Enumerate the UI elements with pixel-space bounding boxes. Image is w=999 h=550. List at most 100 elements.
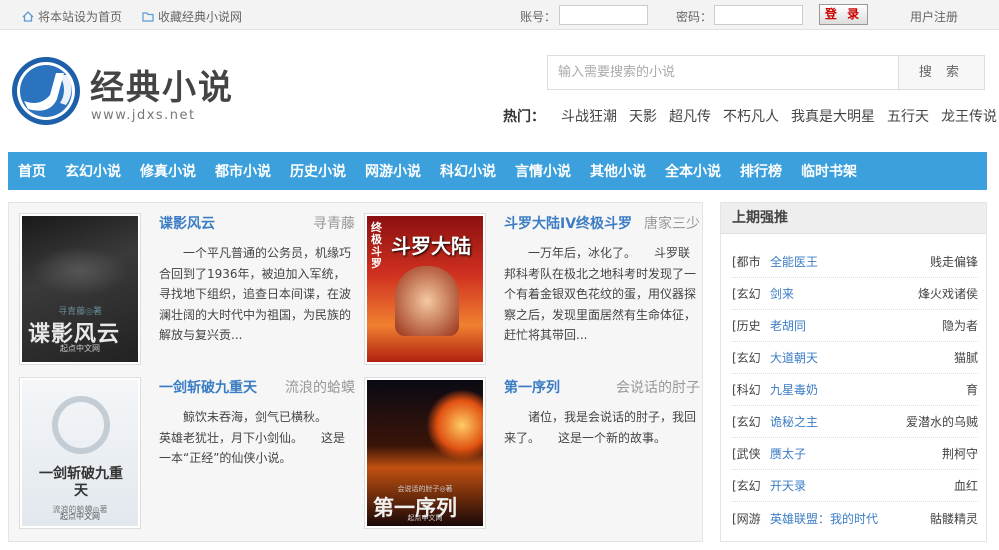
- list-item: [网游 英雄联盟：我的时代 骷髅精灵: [732, 502, 978, 534]
- search-input[interactable]: 输入需要搜索的小说: [548, 56, 898, 89]
- list-item-title[interactable]: 开天录: [770, 477, 954, 494]
- site-title: 经典小说: [90, 68, 234, 108]
- list-item-author[interactable]: 骷髅精灵: [930, 510, 978, 527]
- list-item: [玄幻 剑来 烽火戏诸侯: [732, 278, 978, 310]
- book-description: 诸位，我是会说话的肘子，我回来了。 这是一个新的故事。: [504, 410, 697, 445]
- list-item-author[interactable]: 贱走偏锋: [930, 253, 978, 270]
- nav-item-ranking[interactable]: 排行榜: [740, 161, 782, 181]
- hot-item[interactable]: 五行天: [887, 106, 929, 126]
- cover-title: 一剑斩破九重天: [39, 466, 123, 499]
- list-item: [都市 全能医王 贱走偏锋: [732, 246, 978, 278]
- book-description: 一万年后，冰化了。 斗罗联邦科考队在极北之地科考时发现了一个有着金银双色花纹的蛋…: [504, 246, 697, 342]
- list-item-title[interactable]: 老胡同: [770, 317, 942, 334]
- list-item-author[interactable]: 隐为者: [942, 317, 978, 334]
- list-item-title[interactable]: 诡秘之主: [770, 413, 906, 430]
- nav-item-dushi[interactable]: 都市小说: [215, 161, 271, 181]
- book-cover[interactable]: 一剑斩破九重天 流浪的蛤蟆◎著 起点中文网: [19, 377, 141, 529]
- account-input[interactable]: [559, 5, 648, 25]
- cover-title: 斗罗大陆: [391, 234, 471, 258]
- list-item-category[interactable]: [玄幻: [732, 349, 770, 366]
- book-title[interactable]: 第一序列: [504, 377, 560, 397]
- password-label: 密码：: [676, 10, 713, 24]
- list-item-author[interactable]: 荆柯守: [942, 445, 978, 462]
- set-home-label: 将本站设为首页: [38, 10, 123, 24]
- site-logo-icon[interactable]: [10, 55, 82, 127]
- list-item-category[interactable]: [武侠: [732, 445, 770, 462]
- home-icon: [22, 11, 34, 22]
- list-item-title[interactable]: 九星毒奶: [770, 381, 966, 398]
- site-url: www.jdxs.net: [91, 108, 196, 123]
- nav-item-quanben[interactable]: 全本小说: [665, 161, 721, 181]
- book-title[interactable]: 谍影风云: [159, 213, 215, 233]
- book-author[interactable]: 唐家三少: [644, 213, 700, 233]
- bookmark-link[interactable]: 收藏经典小说网: [142, 8, 242, 25]
- search-button[interactable]: 搜 索: [898, 56, 984, 89]
- nav-item-bookshelf[interactable]: 临时书架: [801, 161, 857, 181]
- register-link[interactable]: 用户注册: [910, 8, 958, 25]
- list-item-category[interactable]: [历史: [732, 317, 770, 334]
- featured-books: 寻青藤◎著 谍影风云 起点中文网 谍影风云 寻青藤 一个平凡普通的公务员，机缘巧…: [8, 202, 703, 542]
- list-item-category[interactable]: [玄幻: [732, 413, 770, 430]
- book-author[interactable]: 寻青藤: [313, 213, 355, 233]
- list-item-category[interactable]: [玄幻: [732, 285, 770, 302]
- nav-item-lishi[interactable]: 历史小说: [290, 161, 346, 181]
- book-author[interactable]: 会说话的肘子: [616, 377, 700, 397]
- book-cover[interactable]: 寻青藤◎著 谍影风云 起点中文网: [19, 213, 141, 365]
- hot-item[interactable]: 不朽凡人: [723, 106, 779, 126]
- hot-item[interactable]: 超凡传: [669, 106, 711, 126]
- folder-icon: [142, 12, 154, 22]
- book-card: 寻青藤◎著 谍影风云 起点中文网 谍影风云 寻青藤 一个平凡普通的公务员，机缘巧…: [19, 213, 359, 368]
- set-home-link[interactable]: 将本站设为首页: [22, 8, 122, 25]
- hot-item[interactable]: 我真是大明星: [791, 106, 875, 126]
- list-item: [玄幻 大道朝天 猫腻: [732, 342, 978, 374]
- list-item-category[interactable]: [网游: [732, 510, 770, 527]
- login-button[interactable]: 登 录: [819, 4, 868, 25]
- list-item-title[interactable]: 全能医王: [770, 253, 930, 270]
- recommend-sidebar: 上期强推 [都市 全能医王 贱走偏锋 [玄幻 剑来 烽火戏诸侯 [历史 老胡同 隐为者 [玄…: [720, 202, 987, 542]
- hot-keywords: 热门： 斗战狂潮 天影 超凡传 不朽凡人 我真是大明星 五行天 龙王传说: [503, 106, 997, 126]
- list-item-title[interactable]: 大道朝天: [770, 349, 954, 366]
- hot-item[interactable]: 龙王传说: [941, 106, 997, 126]
- nav-item-wangyou[interactable]: 网游小说: [365, 161, 421, 181]
- list-item-title[interactable]: 剑来: [770, 285, 918, 302]
- list-item: [武侠 赝太子 荆柯守: [732, 438, 978, 470]
- bookmark-label: 收藏经典小说网: [158, 10, 243, 24]
- top-bar: 将本站设为首页 收藏经典小说网 账号： 密码： 登 录 用户注册: [0, 0, 999, 30]
- cover-publisher: 起点中文网: [407, 514, 443, 522]
- book-title[interactable]: 斗罗大陆IV终极斗罗: [504, 213, 632, 233]
- list-item-author[interactable]: 爱潜水的乌贼: [906, 413, 978, 430]
- list-item-author[interactable]: 烽火戏诸侯: [918, 285, 978, 302]
- hot-item[interactable]: 斗战狂潮: [561, 106, 617, 126]
- cover-subtitle: 终极斗罗: [371, 221, 382, 270]
- list-item-title[interactable]: 英雄联盟：我的时代: [770, 510, 930, 527]
- list-item-author[interactable]: 育: [966, 381, 978, 398]
- cover-publisher: 起点中文网: [60, 512, 100, 521]
- list-item-category[interactable]: [都市: [732, 253, 770, 270]
- list-item-title[interactable]: 赝太子: [770, 445, 942, 462]
- list-item-category[interactable]: [科幻: [732, 381, 770, 398]
- password-input[interactable]: [714, 5, 803, 25]
- hot-item[interactable]: 天影: [629, 106, 657, 126]
- book-author[interactable]: 流浪的蛤蟆: [285, 377, 355, 397]
- nav-item-home[interactable]: 首页: [18, 161, 46, 181]
- book-card: 会说话的肘子◎著 第一序列 起点中文网 第一序列 会说话的肘子 诸位，我是会说话…: [364, 377, 704, 532]
- list-item-author[interactable]: 猫腻: [954, 349, 978, 366]
- nav-item-kehuan[interactable]: 科幻小说: [440, 161, 496, 181]
- book-title[interactable]: 一剑斩破九重天: [159, 377, 257, 397]
- nav-item-xuanhuan[interactable]: 玄幻小说: [65, 161, 121, 181]
- nav-item-qita[interactable]: 其他小说: [590, 161, 646, 181]
- book-card: 一剑斩破九重天 流浪的蛤蟆◎著 起点中文网 一剑斩破九重天 流浪的蛤蟆 鲸饮未吞…: [19, 377, 359, 532]
- list-item: [历史 老胡同 隐为者: [732, 310, 978, 342]
- list-item-category[interactable]: [玄幻: [732, 477, 770, 494]
- list-item: [玄幻 诡秘之主 爱潜水的乌贼: [732, 406, 978, 438]
- main-nav: 首页 玄幻小说 修真小说 都市小说 历史小说 网游小说 科幻小说 言情小说 其他…: [8, 152, 987, 190]
- nav-item-xiuzhen[interactable]: 修真小说: [140, 161, 196, 181]
- book-description: 鲸饮未吞海，剑气已横秋。 英雄老犹壮，月下小剑仙。 这是一本“正经”的仙侠小说。: [159, 410, 346, 465]
- account-label: 账号：: [520, 10, 557, 24]
- search-box: 输入需要搜索的小说 搜 索: [547, 55, 985, 90]
- list-item-author[interactable]: 血红: [954, 477, 978, 494]
- nav-item-yanqing[interactable]: 言情小说: [515, 161, 571, 181]
- book-card: 终极斗罗 斗罗大陆 斗罗大陆IV终极斗罗 唐家三少 一万年后，冰化了。 斗罗联邦…: [364, 213, 704, 368]
- book-cover[interactable]: 会说话的肘子◎著 第一序列 起点中文网: [364, 377, 486, 529]
- book-cover[interactable]: 终极斗罗 斗罗大陆: [364, 213, 486, 365]
